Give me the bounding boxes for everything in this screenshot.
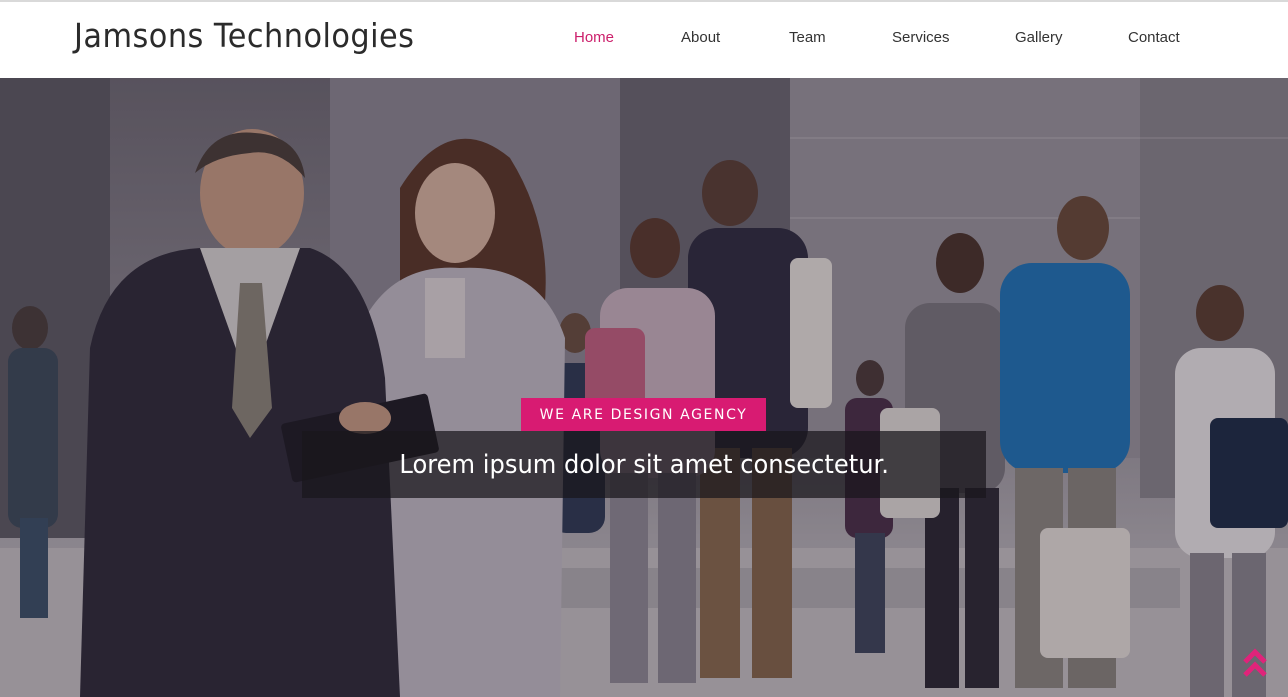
- nav-item-contact[interactable]: Contact: [1128, 29, 1180, 46]
- scroll-to-top-button[interactable]: [1240, 644, 1270, 684]
- nav-item-gallery[interactable]: Gallery: [1015, 29, 1063, 46]
- nav-item-about[interactable]: About: [681, 29, 720, 46]
- double-chevron-up-icon: [1243, 648, 1267, 677]
- nav-item-services[interactable]: Services: [892, 29, 950, 46]
- nav-item-home[interactable]: Home: [574, 29, 614, 46]
- brand-logo-text[interactable]: Jamsons Technologies: [74, 16, 414, 55]
- hero-dark-overlay: [0, 78, 1288, 697]
- agency-tag-badge: WE ARE DESIGN AGENCY: [521, 398, 766, 431]
- hero-section: WE ARE DESIGN AGENCY Lorem ipsum dolor s…: [0, 78, 1288, 697]
- hero-headline: Lorem ipsum dolor sit amet consectetur.: [399, 449, 889, 480]
- nav-item-team[interactable]: Team: [789, 29, 826, 46]
- headline-box: Lorem ipsum dolor sit amet consectetur.: [302, 431, 986, 498]
- navbar: Jamsons Technologies Home About Team Ser…: [0, 2, 1288, 78]
